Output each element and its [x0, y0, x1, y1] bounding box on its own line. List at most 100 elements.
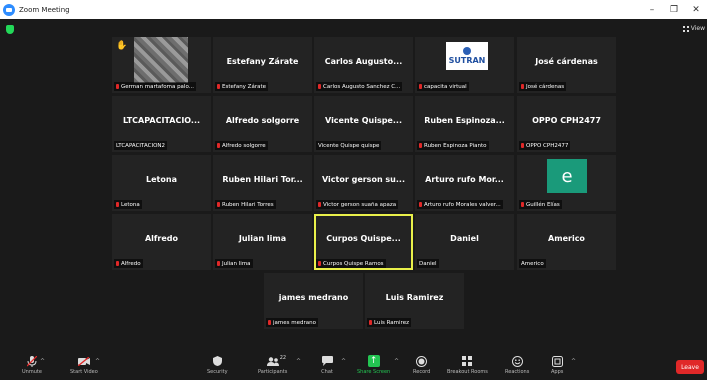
video-off-icon [77, 355, 90, 367]
muted-mic-icon [116, 261, 119, 266]
reactions-button[interactable]: Reactions [505, 355, 529, 375]
participants-button[interactable]: 22 Participants [258, 355, 287, 375]
muted-mic-icon [419, 202, 422, 207]
participant-label-text: capacita virtual [424, 83, 467, 90]
participant-name-label: Ruben Hilari Torres [215, 200, 276, 209]
participant-tile[interactable]: Ruben Hilari Tor... Ruben Hilari Torres [213, 155, 312, 211]
participant-tile[interactable]: Victor gerson su... Victor gerson suaña a… [314, 155, 413, 211]
participant-name-label: José cárdenas [519, 82, 567, 91]
participant-label-text: Curpos Quispe Ramos [323, 260, 384, 267]
view-button[interactable]: View [682, 25, 705, 32]
participant-name-label: Ruben Espinoza Pianto [417, 141, 489, 150]
record-button[interactable]: Record [413, 355, 430, 375]
participant-tile[interactable]: Alfredo solgorre Alfredo solgorre [213, 96, 312, 152]
participant-name-label: Estefany Zárate [215, 82, 268, 91]
participant-label-text: Daniel [419, 260, 437, 267]
participant-tile[interactable]: SUTRAN capacita virtual [415, 37, 514, 93]
participant-label-text: OPPO CPH2477 [526, 142, 569, 149]
participant-tile[interactable]: José cárdenas José cárdenas [517, 37, 616, 93]
apps-icon [551, 355, 563, 367]
participant-tile[interactable]: Arturo rufo Mor... Arturo rufo Morales va… [415, 155, 514, 211]
participant-tile[interactable]: james medrano james medrano [264, 273, 363, 329]
participant-label-text: Julian lima [222, 260, 251, 267]
participant-tile[interactable]: Carlos Augusto... Carlos Augusto Sanchez … [314, 37, 413, 93]
share-options-chevron-icon[interactable]: ^ [394, 358, 399, 365]
muted-mic-icon [419, 143, 422, 148]
participant-display-name: Arturo rufo Mor... [425, 175, 504, 184]
participant-display-name: Curpos Quispe... [326, 234, 401, 243]
participant-name-label: Daniel [417, 259, 439, 268]
chat-button[interactable]: Chat [321, 355, 333, 375]
participant-video-frame [134, 37, 188, 83]
participant-tile[interactable]: Letona Letona [112, 155, 211, 211]
maximize-button[interactable]: ❐ [663, 0, 685, 19]
chat-bubble-icon [321, 355, 333, 367]
breakout-rooms-button[interactable]: Breakout Rooms [447, 355, 488, 375]
participant-display-name: Daniel [450, 234, 479, 243]
participant-tile[interactable]: Alfredo Alfredo [112, 214, 211, 270]
close-button[interactable]: ✕ [685, 0, 707, 19]
participant-display-name: Ruben Espinoza... [424, 116, 505, 125]
muted-mic-icon [318, 261, 321, 266]
muted-mic-icon [521, 143, 524, 148]
participant-name-label: Luis Ramirez [367, 318, 411, 327]
muted-mic-icon [116, 202, 119, 207]
muted-mic-icon [116, 84, 119, 89]
leave-button[interactable]: Leave [676, 360, 704, 374]
participant-label-text: james medrano [273, 319, 316, 326]
participant-tile[interactable]: OPPO CPH2477 OPPO CPH2477 [517, 96, 616, 152]
video-options-chevron-icon[interactable]: ^ [95, 358, 100, 365]
participant-tile[interactable]: Americo Americo [517, 214, 616, 270]
encryption-shield-icon[interactable] [6, 25, 14, 34]
participant-tile[interactable]: e Guillén Elías [517, 155, 616, 211]
reactions-smiley-icon [511, 355, 523, 367]
participant-display-name: Alfredo [144, 234, 178, 243]
participant-tile[interactable]: Ruben Espinoza... Ruben Espinoza Pianto [415, 96, 514, 152]
participant-label-text: Victor gerson suaña apaza [323, 201, 397, 208]
unmute-button[interactable]: Unmute [22, 355, 42, 375]
share-screen-button[interactable]: ↑ Share Screen [357, 355, 390, 375]
minimize-button[interactable]: – [641, 0, 663, 19]
participant-display-name: Vicente Quispe... [325, 116, 402, 125]
raised-hand-icon: ✋ [116, 41, 128, 51]
audio-options-chevron-icon[interactable]: ^ [40, 358, 45, 365]
participant-display-name: james medrano [278, 293, 349, 302]
participant-name-label: OPPO CPH2477 [519, 141, 571, 150]
participant-name-label: German martafoma palo... [114, 82, 196, 91]
participant-tile[interactable]: Luis Ramirez Luis Ramirez [365, 273, 464, 329]
sutran-logo: SUTRAN [446, 42, 488, 70]
zoom-logo-icon [3, 3, 15, 16]
participant-name-label: LTCAPACITACION2 [114, 141, 168, 150]
participant-label-text: Letona [121, 201, 140, 208]
participant-tile[interactable]: LTCAPACITACIO... LTCAPACITACION2 [112, 96, 211, 152]
participant-tile[interactable]: Vicente Quispe... Vicente Quispe quispe [314, 96, 413, 152]
start-video-button[interactable]: Start Video [70, 355, 98, 375]
chat-options-chevron-icon[interactable]: ^ [341, 358, 346, 365]
window-title: Zoom Meeting [19, 5, 70, 14]
participant-label-text: LTCAPACITACION2 [116, 142, 166, 149]
participant-name-label: Arturo rufo Morales valver... [417, 200, 503, 209]
participant-display-name: LTCAPACITACIO... [122, 116, 201, 125]
participant-tile[interactable]: Curpos Quispe... Curpos Quispe Ramos [314, 214, 413, 270]
participant-tile[interactable]: Daniel Daniel [415, 214, 514, 270]
participant-name-label: Americo [519, 259, 546, 268]
participant-label-text: Estefany Zárate [222, 83, 266, 90]
muted-mic-icon [217, 143, 220, 148]
muted-mic-icon [369, 320, 372, 325]
avatar: e [547, 159, 587, 193]
apps-button[interactable]: Apps [551, 355, 563, 375]
muted-mic-icon [318, 84, 321, 89]
participant-tile[interactable]: Julian lima Julian lima [213, 214, 312, 270]
apps-options-chevron-icon[interactable]: ^ [571, 358, 576, 365]
participants-options-chevron-icon[interactable]: ^ [296, 358, 301, 365]
participant-name-label: james medrano [266, 318, 318, 327]
participant-tile[interactable]: ✋ German martafoma palo... [112, 37, 211, 93]
muted-mic-icon [217, 261, 220, 266]
participants-icon: 22 [266, 355, 286, 367]
participant-display-name: Ruben Hilari Tor... [222, 175, 303, 184]
muted-mic-icon [217, 84, 220, 89]
participant-display-name: Julian lima [238, 234, 287, 243]
participant-tile[interactable]: Estefany Zárate Estefany Zárate [213, 37, 312, 93]
security-button[interactable]: Security [207, 355, 228, 375]
participant-name-label: Alfredo [114, 259, 143, 268]
